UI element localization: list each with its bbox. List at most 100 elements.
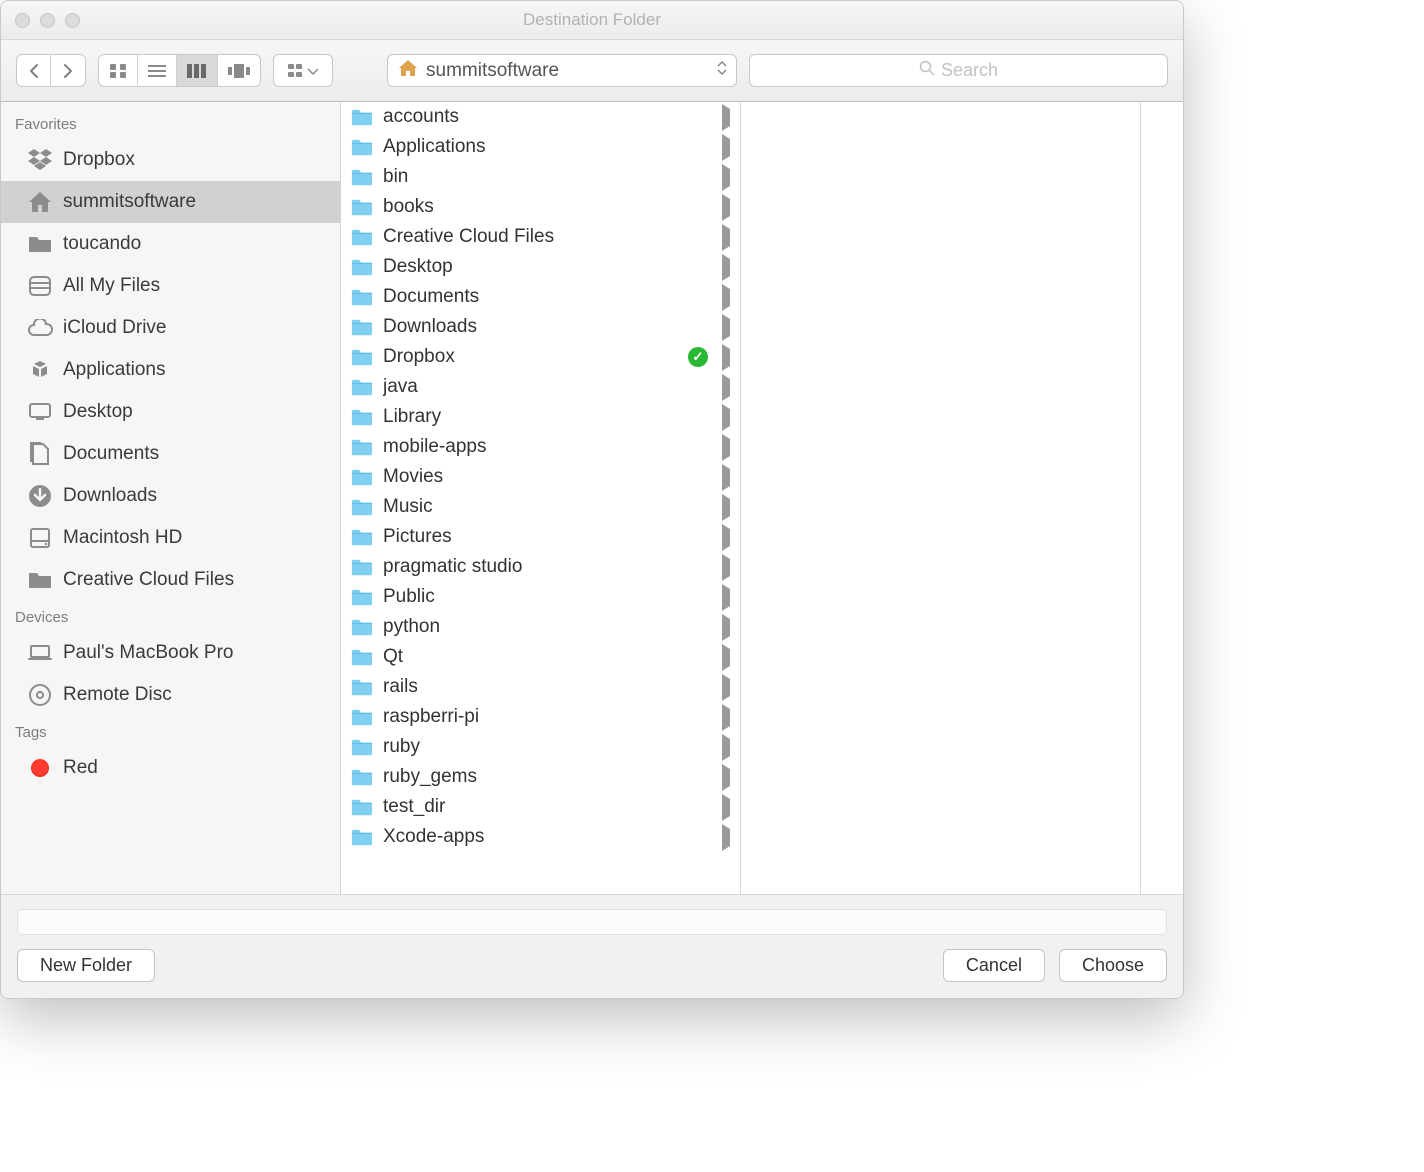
- icon-view-button[interactable]: [99, 55, 138, 86]
- folder-row[interactable]: Xcode-apps: [341, 822, 740, 852]
- coverflow-view-button[interactable]: [218, 55, 260, 86]
- path-stepper-icon: [716, 59, 728, 82]
- sidebar-item-creative-cloud-files[interactable]: Creative Cloud Files: [1, 559, 340, 601]
- folder-row[interactable]: Library: [341, 402, 740, 432]
- chevron-right-icon: [722, 139, 730, 156]
- sidebar-section-title: Favorites: [1, 108, 340, 139]
- column-1[interactable]: accounts Applications bin books Creative…: [341, 102, 741, 894]
- folder-icon: [351, 378, 373, 396]
- column-view-button[interactable]: [177, 55, 218, 86]
- sidebar-item-all-my-files[interactable]: All My Files: [1, 265, 340, 307]
- sidebar-item-label: Documents: [63, 443, 159, 465]
- new-folder-button[interactable]: New Folder: [17, 949, 155, 982]
- arrange-button[interactable]: [274, 55, 332, 86]
- folder-icon: [351, 168, 373, 186]
- sidebar: FavoritesDropboxsummitsoftwaretoucandoAl…: [1, 102, 341, 894]
- close-window-button[interactable]: [15, 13, 30, 28]
- chevron-right-icon: [722, 229, 730, 246]
- folder-icon: [351, 678, 373, 696]
- folder-name: Applications: [383, 136, 712, 158]
- sidebar-item-label: Remote Disc: [63, 684, 172, 706]
- folder-row[interactable]: ruby_gems: [341, 762, 740, 792]
- folder-row[interactable]: Public: [341, 582, 740, 612]
- sidebar-item-applications[interactable]: Applications: [1, 349, 340, 391]
- folder-row[interactable]: Music: [341, 492, 740, 522]
- column-2[interactable]: [741, 102, 1141, 894]
- folder-row[interactable]: books: [341, 192, 740, 222]
- chevron-right-icon: [722, 559, 730, 576]
- titlebar: Destination Folder: [1, 1, 1183, 40]
- laptop-icon: [27, 640, 53, 666]
- folder-name: raspberri-pi: [383, 706, 712, 728]
- dropbox-icon: [27, 147, 53, 173]
- folder-row[interactable]: Downloads: [341, 312, 740, 342]
- folder-row[interactable]: Applications: [341, 132, 740, 162]
- folder-row[interactable]: python: [341, 612, 740, 642]
- folder-row[interactable]: Dropbox✓: [341, 342, 740, 372]
- sidebar-item-toucando[interactable]: toucando: [1, 223, 340, 265]
- folder-icon: [351, 348, 373, 366]
- path-bar: [17, 909, 1167, 935]
- sidebar-item-downloads[interactable]: Downloads: [1, 475, 340, 517]
- folder-icon: [351, 528, 373, 546]
- folder-row[interactable]: Movies: [341, 462, 740, 492]
- folder-name: books: [383, 196, 712, 218]
- sidebar-item-dropbox[interactable]: Dropbox: [1, 139, 340, 181]
- folder-row[interactable]: Documents: [341, 282, 740, 312]
- folder-icon: [27, 231, 53, 257]
- sidebar-item-red[interactable]: Red: [1, 747, 340, 789]
- minimize-window-button[interactable]: [40, 13, 55, 28]
- home-icon: [27, 189, 53, 215]
- folder-name: Xcode-apps: [383, 826, 712, 848]
- folder-row[interactable]: ruby: [341, 732, 740, 762]
- back-button[interactable]: [17, 55, 51, 86]
- forward-button[interactable]: [51, 55, 85, 86]
- sidebar-item-label: Macintosh HD: [63, 527, 182, 549]
- chevron-right-icon: [722, 589, 730, 606]
- folder-name: Dropbox: [383, 346, 678, 368]
- folder-row[interactable]: mobile-apps: [341, 432, 740, 462]
- folder-icon: [351, 828, 373, 846]
- search-field[interactable]: Search: [749, 54, 1168, 87]
- folder-row[interactable]: rails: [341, 672, 740, 702]
- sidebar-item-paul-s-macbook-pro[interactable]: Paul's MacBook Pro: [1, 632, 340, 674]
- folder-row[interactable]: Qt: [341, 642, 740, 672]
- folder-name: Pictures: [383, 526, 712, 548]
- path-control[interactable]: summitsoftware: [387, 54, 737, 87]
- folder-name: Desktop: [383, 256, 712, 278]
- sidebar-item-label: Paul's MacBook Pro: [63, 642, 233, 664]
- sidebar-item-macintosh-hd[interactable]: Macintosh HD: [1, 517, 340, 559]
- chevron-right-icon: [722, 799, 730, 816]
- folder-row[interactable]: Creative Cloud Files: [341, 222, 740, 252]
- folder-row[interactable]: raspberri-pi: [341, 702, 740, 732]
- folder-name: Creative Cloud Files: [383, 226, 712, 248]
- folder-row[interactable]: bin: [341, 162, 740, 192]
- zoom-window-button[interactable]: [65, 13, 80, 28]
- chevron-right-icon: [722, 409, 730, 426]
- sidebar-item-desktop[interactable]: Desktop: [1, 391, 340, 433]
- sidebar-item-documents[interactable]: Documents: [1, 433, 340, 475]
- view-segment: [98, 54, 261, 87]
- folder-row[interactable]: java: [341, 372, 740, 402]
- folder-row[interactable]: test_dir: [341, 792, 740, 822]
- folder-icon: [351, 198, 373, 216]
- list-view-button[interactable]: [138, 55, 177, 86]
- folder-row[interactable]: accounts: [341, 102, 740, 132]
- folder-row[interactable]: pragmatic studio: [341, 552, 740, 582]
- sidebar-item-remote-disc[interactable]: Remote Disc: [1, 674, 340, 716]
- folder-name: mobile-apps: [383, 436, 712, 458]
- hdd-icon: [27, 525, 53, 551]
- cancel-button[interactable]: Cancel: [943, 949, 1045, 982]
- folder-icon: [351, 618, 373, 636]
- chevron-right-icon: [722, 529, 730, 546]
- cloud-icon: [27, 315, 53, 341]
- choose-button[interactable]: Choose: [1059, 949, 1167, 982]
- folder-row[interactable]: Desktop: [341, 252, 740, 282]
- path-label: summitsoftware: [426, 60, 559, 82]
- sidebar-item-summitsoftware[interactable]: summitsoftware: [1, 181, 340, 223]
- folder-icon: [351, 438, 373, 456]
- chevron-right-icon: [722, 739, 730, 756]
- sidebar-item-icloud-drive[interactable]: iCloud Drive: [1, 307, 340, 349]
- chevron-right-icon: [722, 439, 730, 456]
- folder-row[interactable]: Pictures: [341, 522, 740, 552]
